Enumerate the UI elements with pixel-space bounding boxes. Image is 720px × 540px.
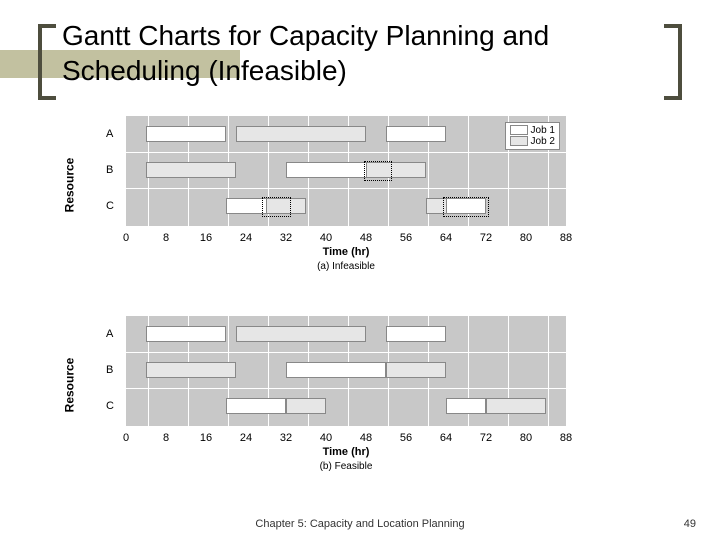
y-axis-label: Resource [62, 158, 76, 213]
chart-subtitle: (b) Feasible [96, 461, 596, 472]
x-tick: 16 [200, 432, 212, 444]
y-tick-b: B [106, 164, 113, 176]
conflict-marker [364, 161, 392, 181]
bar-job2 [236, 126, 366, 142]
x-tick: 16 [200, 232, 212, 244]
x-tick: 72 [480, 232, 492, 244]
x-tick: 56 [400, 232, 412, 244]
legend-item-job2: Job 2 [510, 136, 555, 147]
legend-label: Job 2 [531, 136, 555, 147]
x-tick: 8 [163, 232, 169, 244]
x-axis-label: Time (hr) [96, 246, 596, 258]
x-tick: 88 [560, 232, 572, 244]
x-tick: 48 [360, 232, 372, 244]
bar-job2 [146, 362, 236, 378]
bar-job1 [386, 126, 446, 142]
slide: { "title": "Gantt Charts for Capacity Pl… [0, 0, 720, 540]
x-tick: 32 [280, 232, 292, 244]
bar-job1 [146, 126, 226, 142]
bar-job2 [386, 362, 446, 378]
x-tick: 0 [123, 232, 129, 244]
bar-job1 [286, 362, 386, 378]
x-tick: 24 [240, 432, 252, 444]
gantt-chart-feasible: Resource A B C 0 8 16 24 32 40 48 56 [96, 310, 596, 460]
y-axis-label: Resource [62, 358, 76, 413]
bar-job2 [486, 398, 546, 414]
x-tick: 40 [320, 432, 332, 444]
x-tick: 0 [123, 432, 129, 444]
conflict-marker [443, 197, 489, 217]
slide-title: Gantt Charts for Capacity Planning and S… [62, 18, 658, 88]
y-tick-b: B [106, 364, 113, 376]
bar-job2 [146, 162, 236, 178]
x-tick: 32 [280, 432, 292, 444]
x-tick: 24 [240, 232, 252, 244]
x-tick: 64 [440, 232, 452, 244]
footer-chapter: Chapter 5: Capacity and Location Plannin… [0, 518, 720, 530]
bar-job2 [286, 398, 326, 414]
y-tick-c: C [106, 400, 114, 412]
legend-item-job1: Job 1 [510, 125, 555, 136]
legend-label: Job 1 [531, 125, 555, 136]
bracket-left-icon [38, 24, 56, 100]
x-tick: 80 [520, 432, 532, 444]
bar-job1 [146, 326, 226, 342]
x-tick: 80 [520, 232, 532, 244]
x-tick: 48 [360, 432, 372, 444]
x-tick: 72 [480, 432, 492, 444]
x-tick: 56 [400, 432, 412, 444]
x-tick: 40 [320, 232, 332, 244]
chart-subtitle: (a) Infeasible [96, 261, 596, 272]
bar-job1 [386, 326, 446, 342]
y-tick-a: A [106, 328, 113, 340]
bar-job1 [446, 398, 486, 414]
plot-area-a: Job 1 Job 2 [126, 116, 566, 226]
y-tick-a: A [106, 128, 113, 140]
x-tick: 88 [560, 432, 572, 444]
x-axis-label: Time (hr) [96, 446, 596, 458]
gantt-chart-infeasible: Resource A B C Jo [96, 110, 596, 260]
plot-area-b [126, 316, 566, 426]
conflict-marker [262, 197, 290, 217]
x-tick: 64 [440, 432, 452, 444]
x-tick: 8 [163, 432, 169, 444]
bar-job2 [236, 326, 366, 342]
bracket-right-icon [664, 24, 682, 100]
legend: Job 1 Job 2 [505, 122, 560, 150]
y-tick-c: C [106, 200, 114, 212]
bar-job1 [226, 398, 286, 414]
footer-page-number: 49 [684, 518, 696, 530]
